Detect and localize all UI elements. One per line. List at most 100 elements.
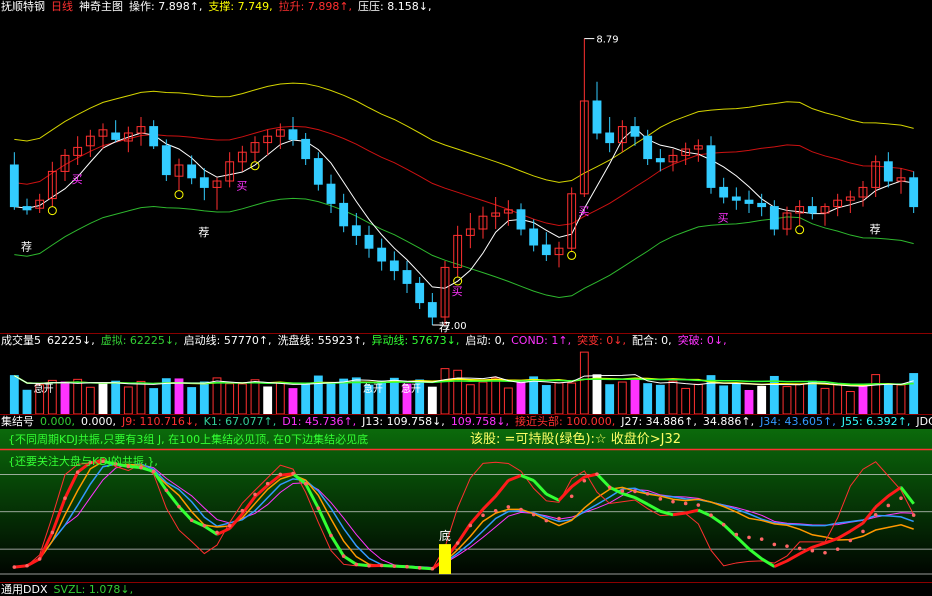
- kdj-dot: [886, 503, 891, 508]
- volume-header-item: 配合: 0,: [631, 334, 672, 347]
- volume-header-item: 虚拟: 62225↓,: [100, 334, 178, 347]
- main-header-item: 支撑: 7.749,: [208, 0, 273, 13]
- volume-bar: [465, 384, 475, 414]
- volume-bar: [22, 389, 32, 414]
- candle-body: [415, 282, 425, 304]
- volume-header-item: 突破: 0↓,: [677, 334, 727, 347]
- kdj-trend-segment: [406, 565, 420, 570]
- volume-bar: [795, 383, 805, 414]
- buy-signal-tag: 买: [718, 211, 729, 224]
- main-header-item: 压压: 8.158↓,: [358, 0, 432, 13]
- volume-signal-tag: 急开: [401, 382, 421, 395]
- volume-bar: [98, 383, 108, 414]
- kdj-dot: [202, 523, 207, 528]
- candle-body: [630, 126, 640, 137]
- kdj-dot: [164, 488, 169, 493]
- volume-bar: [833, 383, 843, 414]
- ddx-header-item: SVZL: 1.078↓,: [53, 583, 134, 596]
- candle-body: [402, 270, 412, 284]
- kdj-dot: [303, 482, 308, 486]
- candle-body: [529, 228, 539, 246]
- volume-bar: [351, 377, 361, 414]
- volume-bar: [111, 380, 121, 414]
- kdj-trend-segment: [394, 564, 408, 569]
- kdj-dot: [709, 513, 713, 517]
- candle-body: [326, 183, 336, 204]
- kdj-bottom-tag: 底: [439, 528, 451, 543]
- candle-body: [731, 196, 741, 201]
- kdj-header-item: J13: 109.758↓,: [362, 415, 445, 428]
- kdj-dot: [671, 499, 675, 504]
- kdj-dot: [215, 530, 219, 535]
- kdj-dot: [329, 533, 333, 538]
- candle-body: [719, 186, 729, 198]
- kdj-dot: [481, 513, 485, 518]
- kdj-dot: [620, 489, 625, 493]
- kdj-dot: [37, 557, 42, 561]
- ddx-panel-header: 通用DDX SVZL: 1.078↓,: [0, 583, 133, 596]
- candle-body: [22, 206, 32, 211]
- kdj-note-holding: 该股: =可持股(绿色):☆ 收盘价>J32: [470, 431, 681, 447]
- candle-body: [187, 164, 197, 179]
- kdj-header-item: 0.000,: [40, 415, 75, 428]
- ddx-header-item: 通用DDX: [1, 583, 48, 596]
- candle-body: [541, 244, 551, 256]
- kdj-header-item: 109.758↓,: [450, 415, 510, 428]
- candle-body: [516, 209, 526, 230]
- kdj-dot: [531, 512, 536, 517]
- kdj-dot: [569, 494, 574, 499]
- volume-header-item: 异动线: 57673↓,: [371, 334, 460, 347]
- volume-bar: [769, 375, 779, 414]
- candle-body: [592, 100, 602, 134]
- kdj-chart: 底 {不同周期KDJ共振,只要有3组 J, 在100上集结必见顶, 在0下边集结必…: [0, 429, 932, 582]
- candle-body: [351, 225, 361, 236]
- volume-bar: [693, 383, 703, 414]
- candle-body: [288, 129, 298, 140]
- kdj-dot: [810, 548, 815, 553]
- volume-bar: [643, 383, 653, 414]
- volume-bar: [605, 384, 615, 414]
- recommend-signal-tag: 荐: [21, 241, 32, 254]
- volume-bar: [731, 382, 741, 414]
- candle-body: [427, 302, 437, 318]
- volume-bar: [85, 386, 95, 414]
- volume-bar: [592, 374, 602, 414]
- candle-body: [364, 234, 374, 249]
- volume-chart: 急开 急开 急开: [9, 351, 919, 414]
- ddx-panel: 通用DDX SVZL: 1.078↓,: [0, 583, 932, 596]
- volume-bar: [275, 382, 285, 414]
- kdj-dot: [772, 542, 777, 547]
- buy-signal-tag: 买: [236, 179, 247, 192]
- kdj-trend-segment: [381, 563, 395, 568]
- volume-bar: [440, 368, 450, 414]
- volume-bar: [529, 376, 539, 414]
- candle-body: [757, 202, 767, 208]
- ma5-line: [14, 127, 914, 289]
- price-panel-header: 抚顺特钢 日线 神奇主图 操作: 7.898↑, 支撑: 7.749, 拉升: 7.898…: [0, 0, 431, 13]
- candle-body: [807, 206, 817, 214]
- candle-body: [883, 161, 893, 182]
- kdj-trend-segment: [672, 511, 686, 517]
- kdj-dot: [75, 470, 80, 475]
- kdj-trend-segment: [280, 472, 294, 477]
- upper-band-line: [14, 82, 914, 183]
- kdj-header-item: JDC:: [916, 415, 932, 428]
- volume-bar: [503, 387, 513, 414]
- kdj-dot: [50, 530, 55, 535]
- kdj-dot: [354, 562, 359, 567]
- kdj-trend-segment: [419, 566, 433, 571]
- volume-header-item: 突变: 0↓,: [577, 334, 626, 347]
- kdj-dot: [607, 485, 612, 490]
- kdj-dot: [582, 478, 587, 483]
- kdj-dot: [544, 518, 549, 523]
- volume-bar: [744, 389, 754, 414]
- volume-bar: [845, 391, 855, 414]
- volume-bar: [225, 383, 235, 414]
- kdj-dot: [633, 489, 637, 494]
- volume-bar: [123, 386, 133, 414]
- kdj-dot: [392, 564, 397, 568]
- volume-header-item: 启动: 0,: [465, 334, 506, 347]
- price-high-label: 8.79: [596, 35, 618, 46]
- kdj-dot: [25, 563, 29, 568]
- volume-bar: [288, 388, 298, 414]
